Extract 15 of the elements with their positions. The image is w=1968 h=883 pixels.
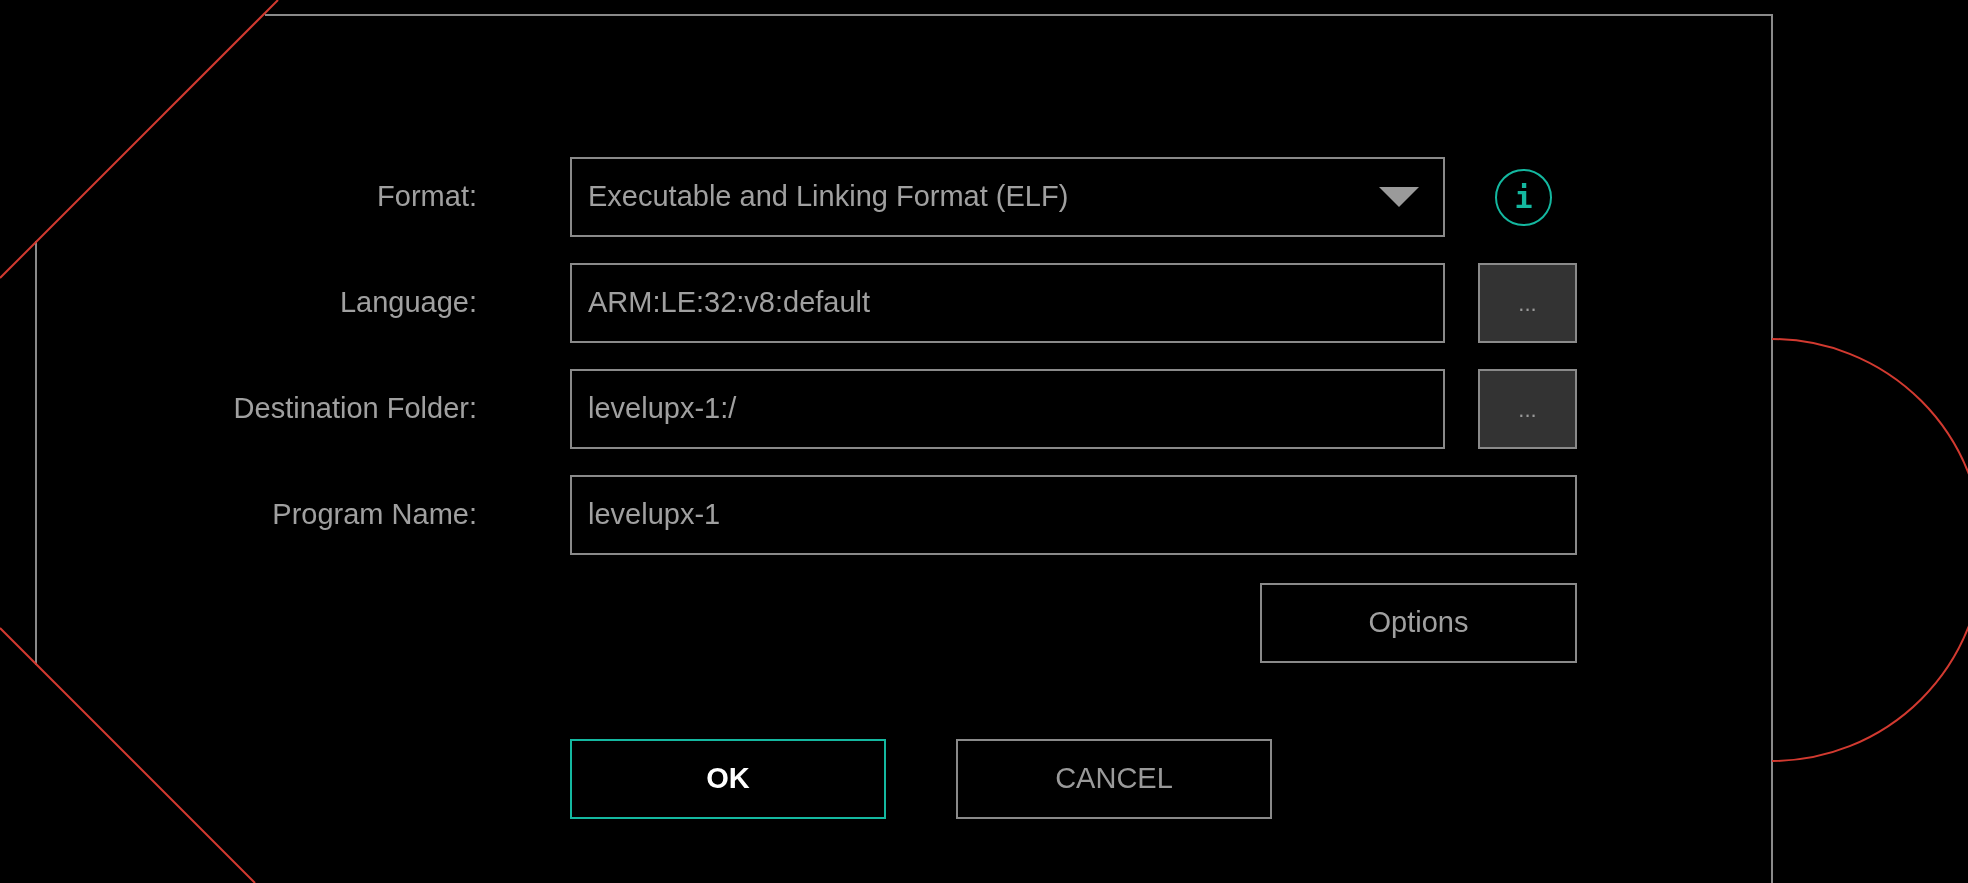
field-label: Program Name: bbox=[271, 497, 477, 533]
input-field[interactable]: levelupx-1:/ bbox=[570, 369, 1445, 449]
options-button[interactable]: Options bbox=[1260, 583, 1577, 663]
browse-button[interactable]: ... bbox=[1478, 263, 1577, 343]
field-label: Format: bbox=[376, 179, 477, 215]
format-dropdown[interactable]: Executable and Linking Format (ELF) bbox=[570, 157, 1445, 237]
dialog-button[interactable]: CANCEL bbox=[956, 739, 1272, 819]
caret-icon bbox=[1379, 187, 1419, 207]
info-icon[interactable]: i bbox=[1495, 168, 1552, 226]
field-label: Language: bbox=[338, 285, 477, 321]
browse-button[interactable]: ... bbox=[1478, 369, 1577, 449]
dialog-button[interactable]: OK bbox=[570, 739, 886, 819]
input-field[interactable]: levelupx-1 bbox=[570, 475, 1577, 555]
input-field[interactable]: ARM:LE:32:v8:default bbox=[570, 263, 1445, 343]
field-label: Destination Folder: bbox=[232, 391, 477, 427]
